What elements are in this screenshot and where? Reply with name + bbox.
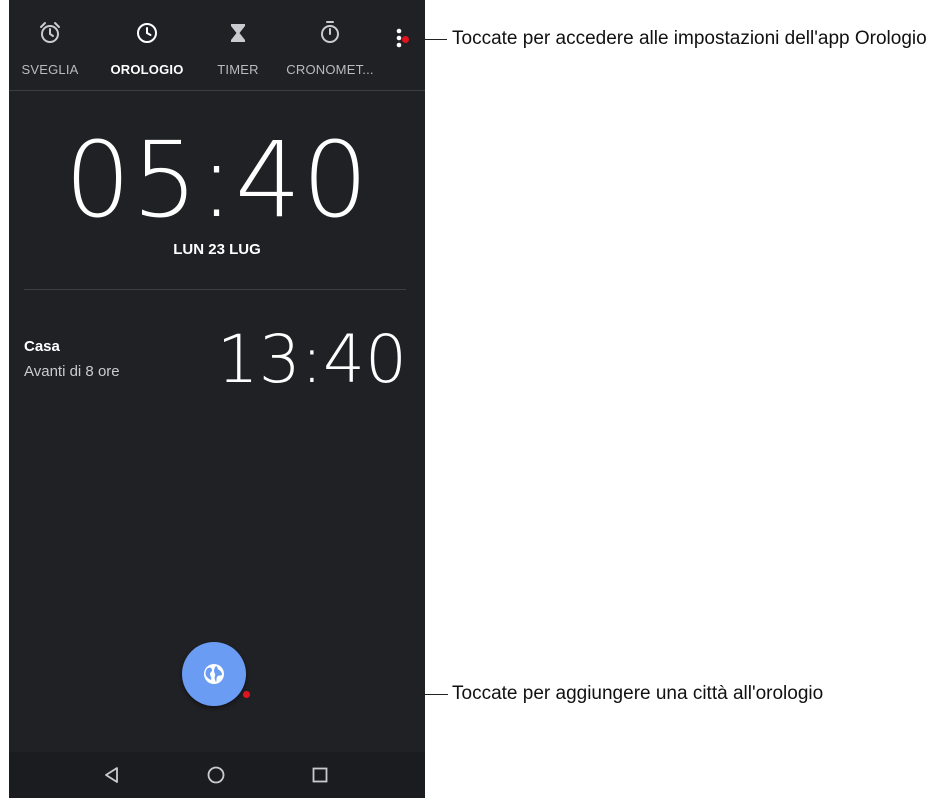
- stopwatch-icon: [279, 20, 381, 46]
- city-time: 13:40: [216, 321, 407, 398]
- tab-timer-label: TIMER: [217, 62, 259, 77]
- tab-timer[interactable]: TIMER: [205, 0, 271, 90]
- tab-alarm-label: SVEGLIA: [21, 62, 79, 77]
- current-date: LUN 23 LUG: [173, 241, 261, 258]
- home-button[interactable]: [205, 764, 227, 786]
- tab-stopwatch[interactable]: CRONOMET...: [279, 0, 381, 90]
- city-offset: Avanti di 8 ore: [24, 363, 120, 380]
- back-icon: [105, 767, 118, 783]
- tab-clock[interactable]: OROLOGIO: [107, 0, 187, 90]
- recents-icon: [312, 767, 328, 783]
- home-icon: [207, 766, 225, 784]
- settings-callout-text: Toccate per accedere alle impostazioni d…: [452, 28, 927, 49]
- tabs-divider: [9, 90, 425, 91]
- alarm-icon: [9, 20, 91, 46]
- add-city-callout-line: [250, 694, 448, 695]
- city-name: Casa: [24, 338, 60, 355]
- tab-bar: SVEGLIA OROLOGIO TIMER CRONOMET...: [9, 0, 425, 90]
- clock-app-screen: SVEGLIA OROLOGIO TIMER CRONOMET... 05:40…: [9, 0, 425, 798]
- add-city-callout-text: Toccate per aggiungere una città all'oro…: [452, 683, 824, 704]
- current-time: 05:40: [64, 119, 370, 241]
- settings-callout-dot: [402, 36, 409, 43]
- globe-icon: [204, 664, 224, 684]
- back-button[interactable]: [101, 764, 123, 786]
- add-city-button[interactable]: [182, 642, 246, 706]
- navigation-bar: [9, 752, 425, 798]
- clock-icon: [107, 20, 187, 46]
- hourglass-icon: [205, 20, 271, 46]
- recents-button[interactable]: [309, 764, 331, 786]
- add-city-callout-dot: [243, 691, 250, 698]
- tab-clock-label: OROLOGIO: [110, 62, 184, 77]
- tab-stopwatch-label: CRONOMET...: [286, 62, 374, 77]
- settings-callout-line: [409, 39, 447, 40]
- tab-alarm[interactable]: SVEGLIA: [9, 0, 91, 90]
- content-divider: [24, 289, 406, 290]
